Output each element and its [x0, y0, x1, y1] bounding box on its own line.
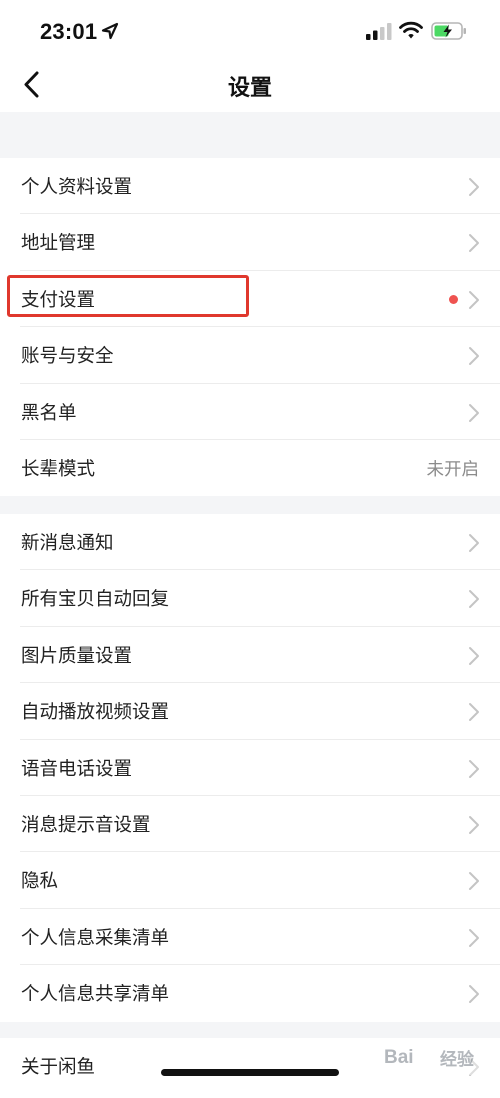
- settings-row[interactable]: 个人信息采集清单: [0, 909, 500, 966]
- settings-row-label: 新消息通知: [21, 533, 114, 554]
- settings-row-label: 个人信息采集清单: [21, 927, 170, 949]
- page-title: 设置: [227, 76, 272, 101]
- status-time: 23:01: [40, 19, 98, 44]
- settings-row-label: 关于闲鱼: [21, 1057, 96, 1078]
- chevron-right-icon: [468, 702, 480, 722]
- settings-row-label: 消息提示音设置: [21, 814, 151, 836]
- watermark-sub: 经验: [440, 1050, 474, 1070]
- chevron-right-icon: [468, 589, 480, 609]
- settings-group-general: 新消息通知所有宝贝自动回复 图片质量设置自动播放视频设置 语音电话设置 消息提示音设置…: [0, 514, 500, 1022]
- chevron-right-icon: [468, 759, 480, 779]
- chevron-right-icon: [468, 233, 480, 253]
- settings-row[interactable]: 个人信息共享清单: [0, 965, 500, 1021]
- settings-row[interactable]: 地址管理: [0, 214, 500, 271]
- settings-row-label: 长辈模式: [21, 458, 96, 480]
- settings-row-label: 语音电话设置: [21, 758, 133, 780]
- settings-row-label: 账号与安全: [21, 346, 114, 368]
- chevron-right-icon: [468, 646, 480, 666]
- settings-row[interactable]: 图片质量设置: [0, 627, 500, 684]
- watermark-brand: Bai: [384, 1047, 414, 1068]
- settings-row[interactable]: 黑名单: [0, 384, 500, 440]
- settings-row-label: 自动播放视频设置: [21, 702, 170, 724]
- settings-row-label: 隐私: [21, 871, 59, 893]
- baidu-jingyan-watermark: Bai 经验: [378, 1035, 498, 1079]
- chevron-right-icon: [468, 290, 480, 310]
- location-arrow-icon: [101, 22, 119, 40]
- settings-row-label: 图片质量设置: [21, 645, 133, 667]
- settings-row[interactable]: 个人资料设置: [0, 158, 500, 215]
- home-indicator[interactable]: [161, 1069, 339, 1076]
- settings-group-account: 个人资料设置 地址管理 支付设置 账号与安全 黑名单 长辈模式 未开启: [0, 158, 500, 497]
- settings-row-value: 未开启: [426, 459, 480, 480]
- chevron-right-icon: [468, 403, 480, 423]
- settings-row-label: 地址管理: [21, 233, 96, 255]
- settings-row[interactable]: 所有宝贝自动回复: [0, 570, 500, 627]
- settings-row[interactable]: 消息提示音设置: [0, 796, 500, 853]
- settings-row[interactable]: 自动播放视频设置: [0, 683, 500, 740]
- chevron-right-icon: [468, 928, 480, 948]
- settings-row[interactable]: 新消息通知: [0, 514, 500, 571]
- notification-dot: [449, 294, 458, 304]
- chevron-right-icon: [468, 346, 480, 366]
- settings-row[interactable]: 账号与安全: [0, 327, 500, 384]
- battery-charging-icon: [431, 22, 466, 40]
- chevron-right-icon: [468, 984, 480, 1004]
- highlight-annotation-box: [7, 275, 249, 317]
- settings-row-label: 所有宝贝自动回复: [21, 589, 170, 611]
- settings-row[interactable]: 长辈模式 未开启: [0, 440, 500, 496]
- settings-row-label: 个人信息共享清单: [21, 984, 170, 1006]
- wifi-icon: [399, 21, 423, 39]
- settings-row[interactable]: 隐私: [0, 852, 500, 909]
- chevron-right-icon: [468, 177, 480, 197]
- chevron-right-icon: [468, 533, 480, 553]
- settings-row-label: 黑名单: [21, 402, 77, 424]
- cellular-signal-icon: [366, 23, 392, 40]
- chevron-right-icon: [468, 815, 480, 835]
- settings-row[interactable]: 语音电话设置: [0, 740, 500, 796]
- chevron-right-icon: [468, 871, 480, 891]
- settings-row-label: 个人资料设置: [21, 177, 133, 198]
- top-bar: 23:01 设置: [0, 0, 500, 112]
